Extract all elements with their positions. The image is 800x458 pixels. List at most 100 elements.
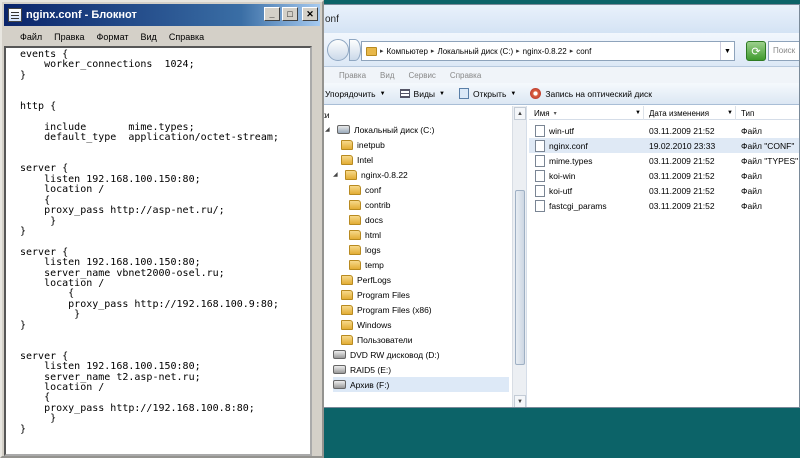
file-row[interactable]: mime.types 03.11.2009 21:52 Файл "TYPES" xyxy=(529,153,799,168)
maximize-button[interactable]: □ xyxy=(282,7,298,21)
tree-item-drive-f[interactable]: Архив (F:) xyxy=(333,377,509,392)
menu-help[interactable]: Справка xyxy=(450,71,481,80)
menu-format[interactable]: Формат xyxy=(97,32,129,42)
back-button[interactable] xyxy=(327,39,349,61)
notepad-menubar: Файл Правка Формат Вид Справка xyxy=(4,28,320,46)
folder-icon xyxy=(349,229,361,240)
refresh-icon: ⟳ xyxy=(751,45,761,58)
tree-item-program-files-x86[interactable]: Program Files (x86) xyxy=(341,302,432,317)
notepad-titlebar[interactable]: nginx.conf - Блокнот _ □ ✕ xyxy=(4,4,320,26)
breadcrumb-drive-c[interactable]: Локальный диск (C:) xyxy=(437,47,513,56)
tree-item-drive-c[interactable]: ◢ Локальный диск (C:) xyxy=(325,122,434,137)
chevron-right-icon[interactable]: ▸ xyxy=(516,47,520,55)
tree-item-label: temp xyxy=(365,259,384,270)
scroll-up-icon[interactable]: ▲ xyxy=(514,107,526,120)
file-name: mime.types xyxy=(549,155,593,166)
tree-item-label: Program Files (x86) xyxy=(357,304,432,315)
column-type[interactable]: Тип xyxy=(736,106,799,120)
tree-item-inetpub[interactable]: inetpub xyxy=(341,137,385,152)
expand-arrow-icon[interactable]: ◢ xyxy=(325,126,333,133)
file-name: nginx.conf xyxy=(549,140,588,151)
file-row[interactable]: koi-win 03.11.2009 21:52 Файл xyxy=(529,168,799,183)
refresh-button[interactable]: ⟳ xyxy=(746,41,766,61)
breadcrumb-conf[interactable]: conf xyxy=(576,47,591,56)
tree-item-html[interactable]: html xyxy=(349,227,381,242)
chevron-right-icon[interactable]: ▸ xyxy=(431,47,435,55)
menu-view[interactable]: Вид xyxy=(141,32,157,42)
views-button[interactable]: Виды ▼ xyxy=(399,88,445,99)
file-row[interactable]: win-utf 03.11.2009 21:52 Файл xyxy=(529,123,799,138)
tree-item-label: RAID5 (E:) xyxy=(350,364,392,375)
open-label: Открыть xyxy=(473,88,507,99)
navigation-scrollbar[interactable]: ▲ ▼ xyxy=(512,106,526,407)
folder-icon xyxy=(341,304,353,315)
forward-button[interactable] xyxy=(349,39,361,61)
tree-item-drive-e[interactable]: RAID5 (E:) xyxy=(333,362,391,377)
column-name[interactable]: Имя ▾ ▼ xyxy=(529,106,644,120)
breadcrumb-nginx[interactable]: nginx-0.8.22 xyxy=(523,47,567,56)
menu-file[interactable]: Файл xyxy=(20,32,42,42)
tree-item-drive-d[interactable]: DVD RW дисковод (D:) xyxy=(333,347,440,362)
close-button[interactable]: ✕ xyxy=(302,7,318,21)
burn-button[interactable]: Запись на оптический диск xyxy=(530,88,652,99)
explorer-menubar: Правка Вид Сервис Справка xyxy=(319,67,799,83)
tree-item-label: Intel xyxy=(357,154,374,165)
expand-arrow-icon[interactable]: ◢ xyxy=(333,171,341,178)
breadcrumb-computer[interactable]: Компьютер xyxy=(387,47,428,56)
chevron-down-icon[interactable]: ▼ xyxy=(720,42,734,60)
tree-item-contrib[interactable]: contrib xyxy=(349,197,391,212)
chevron-down-icon: ▼ xyxy=(510,90,517,97)
menu-tools[interactable]: Сервис xyxy=(409,71,436,80)
folder-icon xyxy=(349,259,361,270)
views-label: Виды xyxy=(413,88,436,99)
folder-icon xyxy=(349,199,361,210)
chevron-down-icon[interactable]: ▼ xyxy=(635,110,641,116)
folder-icon xyxy=(341,319,353,330)
explorer-titlebar[interactable]: onf xyxy=(319,5,799,33)
tree-item-conf[interactable]: conf xyxy=(349,182,381,197)
menu-edit[interactable]: Правка xyxy=(339,71,366,80)
tree-item-windows[interactable]: Windows xyxy=(341,317,391,332)
chevron-right-icon[interactable]: ▸ xyxy=(570,47,574,55)
explorer-window: onf ▸ Компьютер ▸ Локальный диск (C:) ▸ … xyxy=(318,4,800,408)
file-row[interactable]: koi-utf 03.11.2009 21:52 Файл xyxy=(529,183,799,198)
folder-icon xyxy=(341,289,353,300)
file-name: koi-win xyxy=(549,170,576,181)
tree-item-perflogs[interactable]: PerfLogs xyxy=(341,272,391,287)
editor-content[interactable]: events { worker_connections 1024; } http… xyxy=(20,49,279,435)
tree-item-users[interactable]: Пользователи xyxy=(341,332,412,347)
folder-icon xyxy=(349,184,361,195)
tree-item-label: conf xyxy=(365,184,382,195)
tree-item-nginx[interactable]: ◢ nginx-0.8.22 xyxy=(333,167,408,182)
drive-icon xyxy=(333,365,346,374)
organize-button[interactable]: Упорядочить ▼ xyxy=(325,89,386,99)
tree-item-temp[interactable]: temp xyxy=(349,257,384,272)
maximize-icon: □ xyxy=(287,8,293,19)
scrollbar-thumb[interactable] xyxy=(515,190,525,365)
file-list-header: Имя ▾ ▼ Дата изменения ▼ Тип xyxy=(529,106,799,120)
menu-edit[interactable]: Правка xyxy=(54,32,84,42)
tree-item-label: PerfLogs xyxy=(357,274,392,285)
chevron-down-icon[interactable]: ▼ xyxy=(727,110,733,116)
minimize-button[interactable]: _ xyxy=(264,7,280,21)
column-modified-label: Дата изменения xyxy=(649,108,710,118)
file-row[interactable]: fastcgi_params 03.11.2009 21:52 Файл xyxy=(529,198,799,213)
file-icon xyxy=(535,199,545,212)
tree-item-label: Windows xyxy=(357,319,392,330)
tree-item-logs[interactable]: logs xyxy=(349,242,381,257)
file-row-selected[interactable]: nginx.conf 19.02.2010 23:33 Файл "CONF" xyxy=(529,138,799,153)
sort-arrow-icon: ▾ xyxy=(553,110,557,117)
open-button[interactable]: Открыть ▼ xyxy=(459,88,516,99)
window-controls: _ □ ✕ xyxy=(264,7,318,21)
tree-item-docs[interactable]: docs xyxy=(349,212,383,227)
text-editor[interactable]: events { worker_connections 1024; } http… xyxy=(4,46,312,456)
address-bar[interactable]: ▸ Компьютер ▸ Локальный диск (C:) ▸ ngin… xyxy=(361,41,735,61)
search-input[interactable]: Поиск xyxy=(768,41,799,61)
tree-item-program-files[interactable]: Program Files xyxy=(341,287,410,302)
menu-view[interactable]: Вид xyxy=(380,71,394,80)
menu-help[interactable]: Справка xyxy=(169,32,204,42)
column-modified[interactable]: Дата изменения ▼ xyxy=(644,106,736,120)
scroll-down-icon[interactable]: ▼ xyxy=(514,395,526,407)
tree-item-label: nginx-0.8.22 xyxy=(361,169,408,180)
tree-item-intel[interactable]: Intel xyxy=(341,152,373,167)
